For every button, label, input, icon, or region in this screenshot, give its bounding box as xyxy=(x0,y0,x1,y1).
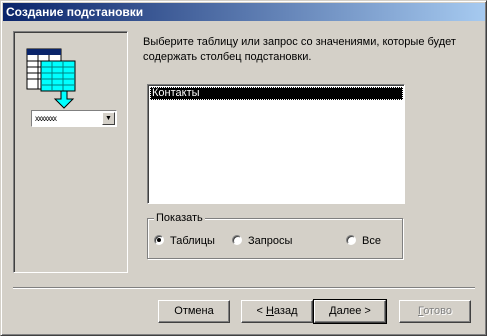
button-separator xyxy=(13,287,475,289)
tables-listbox[interactable]: Контакты xyxy=(147,84,405,204)
show-groupbox: Показать Таблицы Запросы Все xyxy=(147,211,403,259)
chevron-down-icon: ▼ xyxy=(102,112,115,125)
show-group-label: Показать xyxy=(154,211,205,225)
next-button[interactable]: Далее > xyxy=(313,299,387,324)
window-title: Создание подстановки xyxy=(6,5,144,19)
lookup-table-icon xyxy=(26,48,76,109)
radio-queries[interactable]: Запросы xyxy=(232,234,292,248)
radio-checked-icon[interactable] xyxy=(154,235,164,245)
radio-unchecked-icon[interactable] xyxy=(232,235,242,245)
instruction-text: Выберите таблицу или запрос со значениям… xyxy=(143,36,456,63)
radio-all[interactable]: Все xyxy=(346,234,381,248)
cancel-button[interactable]: Отмена xyxy=(158,300,230,323)
back-button[interactable]: < Назад xyxy=(241,300,313,323)
title-bar: Создание подстановки xyxy=(3,3,485,21)
lookup-wizard-dialog: Создание подстановки xxxxxxx ▼ Выберите … xyxy=(0,0,487,336)
radio-unchecked-icon[interactable] xyxy=(346,235,356,245)
radio-tables[interactable]: Таблицы xyxy=(154,234,215,248)
sample-combo: xxxxxxx ▼ xyxy=(31,110,117,127)
illustration-panel: xxxxxxx ▼ xyxy=(13,31,128,273)
finish-button[interactable]: Готово xyxy=(399,300,471,323)
list-item[interactable]: Контакты xyxy=(150,87,403,100)
